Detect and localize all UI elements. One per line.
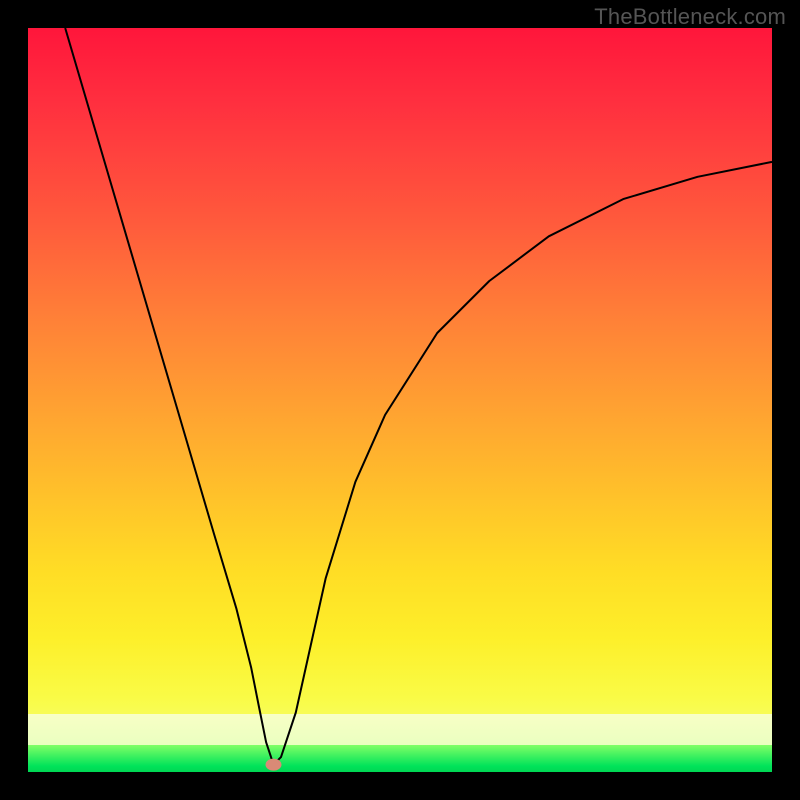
chart-frame: TheBottleneck.com	[0, 0, 800, 800]
bottleneck-curve-path	[65, 28, 772, 765]
plot-area	[28, 28, 772, 772]
optimum-marker	[266, 759, 282, 771]
watermark-text: TheBottleneck.com	[594, 4, 786, 30]
bottleneck-curve-svg	[28, 28, 772, 772]
